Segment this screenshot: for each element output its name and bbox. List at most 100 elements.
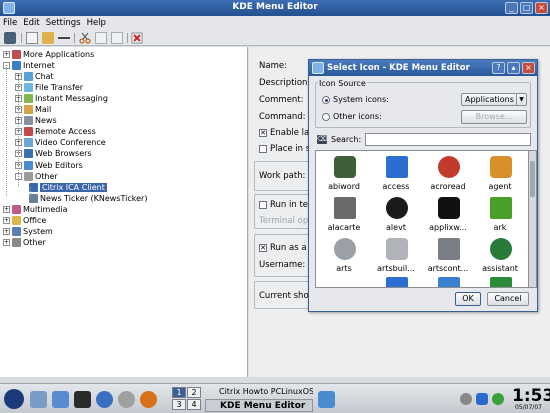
desktop-2[interactable]: 2	[187, 387, 201, 398]
firefox-icon[interactable]	[140, 391, 157, 408]
menu-item-icon	[24, 105, 33, 115]
tree-item[interactable]: +Instant Messaging	[15, 93, 108, 104]
task-kde-menu-editor[interactable]: KDE Menu Editor	[205, 399, 313, 412]
expand-icon[interactable]: +	[3, 216, 10, 224]
help-button[interactable]: ?	[492, 62, 505, 74]
network-tray-icon[interactable]	[318, 391, 335, 408]
main-titlebar[interactable]: KDE Menu Editor _ □ ×	[0, 0, 550, 16]
tree-item[interactable]: +Web Browsers	[15, 148, 92, 159]
menu-tree[interactable]: +More Applications-Internet+Chat+File Tr…	[0, 47, 248, 377]
tree-item[interactable]: + Multimedia	[3, 204, 67, 215]
clock[interactable]: 1:53	[512, 386, 550, 406]
menu-item-icon	[12, 226, 21, 236]
search-input[interactable]	[365, 133, 531, 146]
tree-item[interactable]: +Remote Access	[15, 126, 96, 137]
tree-item[interactable]: +News	[15, 115, 57, 126]
tree-item[interactable]: + More Applications	[3, 49, 94, 60]
icon-cell[interactable]: abiword	[318, 153, 370, 195]
maximize-button[interactable]: □	[520, 2, 533, 14]
icon-cell[interactable]: alevt	[370, 194, 422, 236]
icon-grid-scrollbar[interactable]	[529, 150, 537, 288]
tree-item-label: Other	[23, 237, 46, 247]
paste-icon[interactable]	[111, 32, 123, 44]
partial-icon	[490, 277, 512, 287]
window-title: KDE Menu Editor	[232, 2, 318, 12]
enable-launch-feedback-checkbox[interactable]: ✕	[259, 129, 267, 137]
volume-tray-icon[interactable]	[460, 393, 472, 405]
pclinuxos-start-icon[interactable]	[4, 389, 24, 409]
task-citrix-howto[interactable]: Citrix Howto PCLinuxOS	[205, 386, 313, 399]
minimize-button[interactable]: _	[505, 2, 518, 14]
terminal-options-label: Terminal opti	[259, 216, 314, 226]
ok-button[interactable]: OK	[455, 292, 481, 306]
system-icons-radio[interactable]	[322, 96, 330, 104]
desktop-1[interactable]: 1	[172, 387, 186, 398]
expand-icon[interactable]: +	[3, 51, 10, 58]
desktop-4[interactable]: 4	[187, 399, 201, 410]
menu-edit[interactable]: Edit	[20, 16, 42, 28]
icon-cell[interactable]: alacarte	[318, 194, 370, 236]
icon-cell[interactable]: assistant	[474, 235, 526, 277]
icon-cell[interactable]: ark	[474, 194, 526, 236]
menu-help[interactable]: Help	[84, 16, 109, 28]
icon-cell[interactable]: access	[370, 153, 422, 195]
tree-item[interactable]: +Video Conference	[15, 137, 106, 148]
expand-icon[interactable]: +	[3, 205, 10, 213]
browser-icon[interactable]	[96, 391, 113, 408]
delete-icon[interactable]	[131, 32, 143, 44]
sticky-button[interactable]: ▴	[507, 62, 520, 74]
icon-grid[interactable]: abiword access acroread agent alacarte alevt a…	[315, 150, 529, 288]
tree-item[interactable]: +File Transfer	[15, 82, 83, 93]
new-separator-icon[interactable]	[58, 37, 70, 39]
desktop-3[interactable]: 3	[172, 399, 186, 410]
tree-item[interactable]: + Other	[3, 237, 46, 248]
expand-icon[interactable]: +	[3, 227, 10, 235]
tree-item[interactable]: + Chat	[15, 71, 54, 82]
tree-item[interactable]: + Office	[3, 215, 46, 226]
home-icon[interactable]	[52, 391, 69, 408]
config-icon[interactable]	[118, 391, 135, 408]
place-in-system-tray-checkbox[interactable]	[259, 145, 267, 153]
new-item-icon[interactable]	[26, 32, 38, 44]
menu-file[interactable]: File	[0, 16, 20, 28]
run-in-terminal-checkbox[interactable]	[259, 201, 267, 209]
cancel-button[interactable]: Cancel	[487, 292, 529, 306]
run-as-different-user-checkbox[interactable]: ✕	[259, 244, 267, 252]
tree-item[interactable]: +Mail	[15, 104, 51, 115]
other-icons-label: Other icons:	[333, 112, 382, 121]
kde-menu-editor-icon	[312, 62, 324, 74]
file-manager-icon[interactable]	[30, 391, 47, 408]
close-button[interactable]: ×	[535, 2, 548, 14]
icon-cell[interactable]: arts	[318, 235, 370, 277]
icon-cell[interactable]: artscont...	[422, 235, 474, 277]
tree-item[interactable]: +Web Editors	[15, 160, 83, 171]
menu-settings[interactable]: Settings	[43, 16, 84, 28]
tree-item[interactable]: - Internet	[3, 60, 55, 71]
clear-search-icon[interactable]: ⌫	[317, 135, 327, 144]
new-submenu-icon[interactable]	[42, 32, 54, 44]
icon-cell[interactable]: artsbuil...	[370, 235, 422, 277]
copy-icon[interactable]	[95, 32, 107, 44]
alacarte-icon	[334, 197, 356, 219]
save-icon[interactable]	[4, 32, 16, 44]
browse-button[interactable]: Browse...	[461, 110, 527, 124]
tree-item-label: Mail	[35, 105, 52, 115]
scrollbar-thumb[interactable]	[530, 161, 535, 197]
terminal-icon[interactable]	[74, 391, 91, 408]
icon-cell[interactable]: agent	[474, 153, 526, 195]
expand-icon[interactable]: +	[3, 238, 10, 246]
klipper-tray-icon[interactable]	[492, 393, 504, 405]
icon-cell[interactable]: acroread	[422, 153, 474, 195]
tree-item[interactable]: -Other	[15, 171, 58, 182]
other-icons-radio[interactable]	[322, 113, 330, 121]
tree-item[interactable]: Citrix ICA Client	[27, 182, 107, 193]
cut-icon[interactable]	[79, 32, 91, 44]
arts-icon	[334, 238, 356, 260]
dialog-close-button[interactable]: ×	[522, 62, 535, 74]
icon-category-select[interactable]: Applications ▼	[461, 93, 527, 106]
icon-cell[interactable]: applixw...	[422, 194, 474, 236]
tree-item[interactable]: + System	[3, 226, 53, 237]
dialog-titlebar[interactable]: Select Icon - KDE Menu Editor ? ▴ ×	[309, 60, 537, 76]
update-tray-icon[interactable]	[476, 393, 488, 405]
tree-item[interactable]: News Ticker (KNewsTicker)	[27, 193, 147, 204]
